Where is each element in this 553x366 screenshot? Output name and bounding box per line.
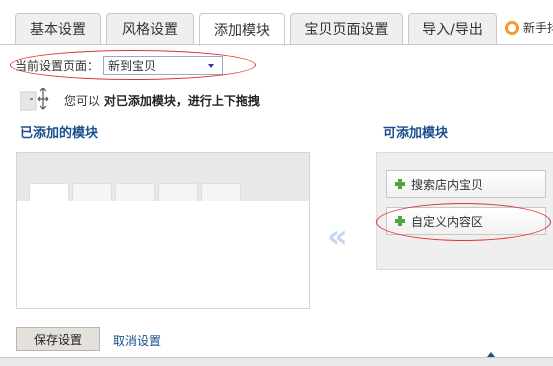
cancel-link[interactable]: 取消设置 (113, 332, 161, 349)
added-modules-panel (16, 152, 310, 309)
tab-import-export[interactable]: 导入/导出 (408, 13, 497, 44)
scroll-up-arrow-icon[interactable] (487, 352, 495, 357)
tab-divider (0, 44, 553, 45)
tab-item-page-settings[interactable]: 宝贝页面设置 (290, 13, 403, 44)
tab-style-settings[interactable]: 风格设置 (106, 13, 194, 44)
hint-prefix: 您可以 (64, 93, 101, 108)
hint-bold: 对已添加模块，进行上下拖拽 (103, 93, 260, 108)
save-button[interactable]: 保存设置 (16, 327, 100, 351)
module-search-items[interactable]: 搜索店内宝贝 (386, 170, 546, 198)
layout-preview-tab (158, 183, 198, 201)
double-left-arrow-icon: « (327, 217, 347, 255)
annotation-ellipse-page (10, 50, 256, 80)
drag-hint: 您可以 对已添加模块，进行上下拖拽 (19, 87, 260, 112)
tab-label: 基本设置 (30, 22, 86, 38)
annotation-ellipse-module (376, 203, 551, 241)
layout-preview-tab (29, 183, 69, 201)
newbie-link[interactable]: 新手抖 (505, 19, 553, 36)
newbie-label: 新手抖 (523, 21, 553, 35)
move-icon (19, 87, 56, 112)
tab-label: 风格设置 (122, 22, 178, 38)
lifebuoy-icon (505, 20, 519, 35)
tab-label: 导入/导出 (422, 22, 483, 38)
added-modules-title: 已添加的模块 (20, 126, 99, 141)
module-label: 搜索店内宝贝 (411, 177, 484, 192)
available-modules-title: 可添加模块 (383, 126, 449, 141)
layout-preview-strip (17, 153, 309, 201)
tab-label: 宝贝页面设置 (304, 22, 389, 38)
tab-label: 添加模块 (214, 23, 270, 39)
tab-add-module[interactable]: 添加模块 (199, 13, 285, 46)
tab-bar: 基本设置 风格设置 添加模块 宝贝页面设置 导入/导出 新手抖 (0, 0, 553, 46)
tab-basic-settings[interactable]: 基本设置 (15, 13, 101, 44)
plus-icon (395, 179, 405, 189)
layout-preview-tab (201, 183, 241, 201)
layout-preview-tab (72, 183, 112, 201)
layout-preview-tab (115, 183, 155, 201)
